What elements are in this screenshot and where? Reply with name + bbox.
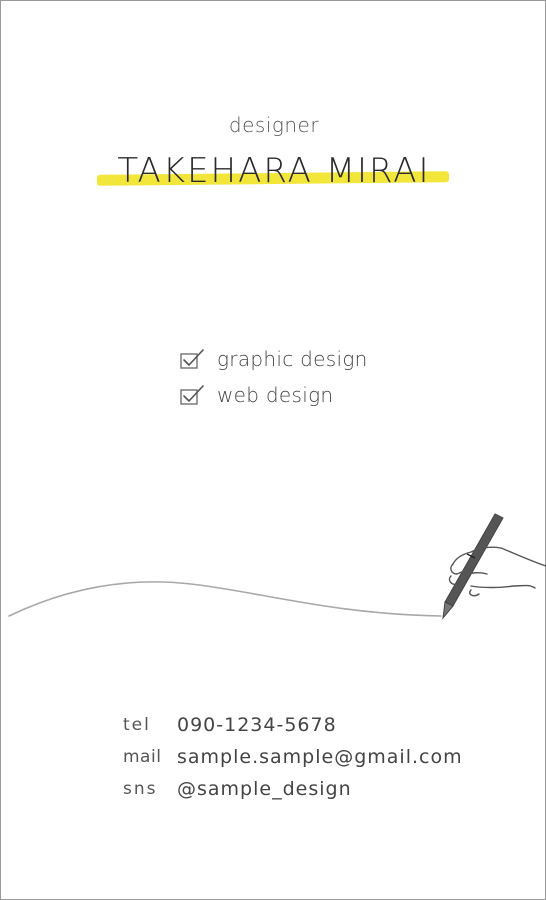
person-name: TAKEHARA MIRAI (117, 151, 431, 191)
contact-row-mail: mail sample.sample@gmail.com (123, 741, 463, 773)
business-card: designer TAKEHARA MIRAI graphic design w… (0, 0, 546, 900)
contact-key: tel (123, 715, 151, 735)
hand-drawing-illustration (8, 513, 546, 620)
phone-number: 090-1234-5678 (177, 714, 337, 736)
skill-label: web design (217, 383, 334, 407)
skill-label: graphic design (217, 347, 368, 371)
skills-list: graphic design web design (179, 341, 368, 413)
hand-icon (448, 546, 546, 597)
email-address: sample.sample@gmail.com (177, 746, 463, 768)
contact-key: sns (123, 779, 158, 799)
contact-list: tel 090-1234-5678 mail sample.sample@gma… (123, 709, 463, 805)
skill-item: web design (179, 377, 368, 413)
contact-row-sns: sns @sample_design (123, 773, 463, 805)
job-title: designer (228, 113, 320, 137)
drawn-line (8, 581, 442, 617)
contact-row-tel: tel 090-1234-5678 (123, 709, 463, 741)
checkbox-checked-icon (180, 385, 204, 405)
sns-handle: @sample_design (177, 778, 352, 800)
name-block: TAKEHARA MIRAI (1, 151, 546, 191)
skill-item: graphic design (179, 341, 368, 377)
contact-key: mail (123, 747, 162, 767)
checkbox-checked-icon (180, 349, 204, 369)
